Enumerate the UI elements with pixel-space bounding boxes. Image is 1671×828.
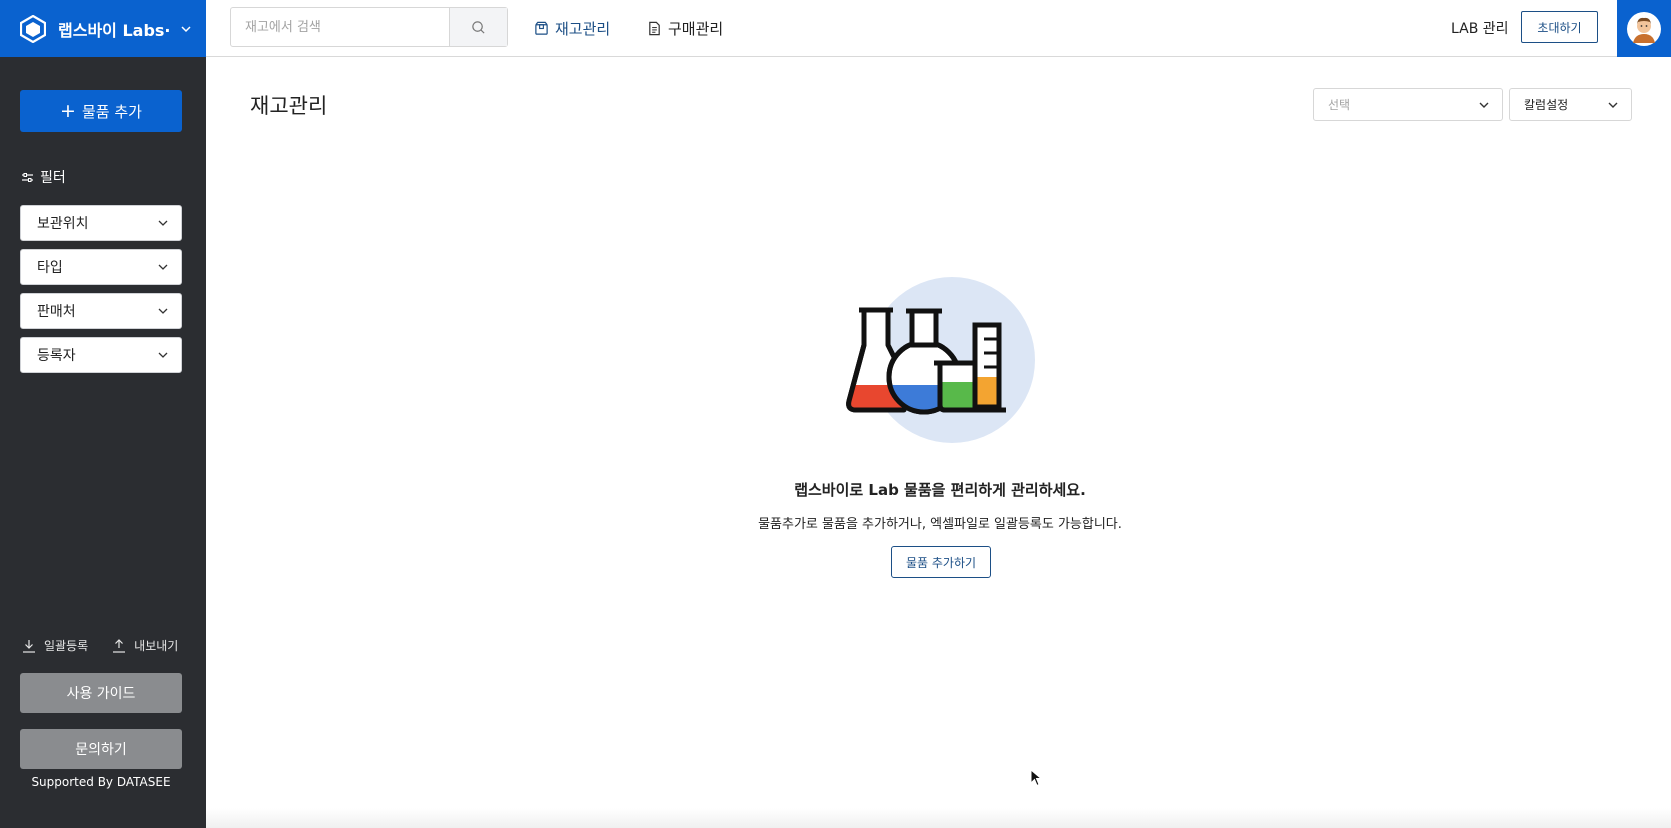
chevron-down-icon — [1479, 102, 1489, 108]
bulk-register-button[interactable]: 일괄등록 — [22, 637, 88, 654]
export-button[interactable]: 내보내기 — [112, 637, 178, 654]
add-item-button[interactable]: + 물품 추가 — [20, 90, 182, 132]
document-icon — [649, 21, 660, 36]
box-icon — [535, 21, 548, 35]
page-title: 재고관리 — [250, 94, 328, 118]
filter-label: 타입 — [37, 260, 63, 276]
bulk-register-label: 일괄등록 — [44, 639, 89, 653]
workspace-name: 랩스바이 Labs··· — [58, 20, 172, 40]
supported-by-text: Supported By DATASEE — [31, 775, 171, 789]
user-avatar-icon — [1627, 11, 1661, 46]
tab-purchase-label: 구매관리 — [668, 20, 724, 38]
lab-flasks-illustration — [846, 277, 1035, 443]
filter-label: 보관위치 — [37, 216, 89, 232]
chevron-down-icon — [1608, 102, 1618, 108]
mouse-cursor-icon — [1030, 769, 1042, 787]
user-guide-button[interactable]: 사용 가이드 — [20, 673, 182, 713]
bottom-divider — [206, 808, 1671, 828]
hexagon-logo-icon — [20, 14, 46, 43]
invite-button[interactable]: 초대하기 — [1521, 11, 1598, 43]
workspace-switcher[interactable]: 랩스바이 Labs··· — [0, 0, 206, 57]
bulk-actions: 일괄등록 내보내기 — [22, 637, 178, 654]
search-icon — [472, 20, 485, 34]
empty-add-item-button[interactable]: 물품 추가하기 — [891, 546, 991, 578]
download-icon — [23, 639, 35, 653]
filter-label: 판매처 — [37, 304, 76, 320]
filter-heading: 필터 — [21, 167, 66, 187]
tab-inventory[interactable]: 재고관리 — [534, 18, 610, 39]
top-bar: 재고관리 구매관리 LAB 관리 초대하기 — [206, 0, 1671, 57]
search-button[interactable] — [449, 8, 507, 46]
filter-vendor[interactable]: 판매처 — [20, 293, 182, 329]
tab-purchase[interactable]: 구매관리 — [647, 18, 723, 39]
sliders-icon — [22, 172, 33, 182]
lab-manage-link[interactable]: LAB 관리 — [1451, 18, 1509, 38]
sidebar: + 물품 추가 필터 보관위치 타입 판매처 등록자 일괄등록 내보내기 사용 … — [0, 57, 206, 828]
filter-registrant[interactable]: 등록자 — [20, 337, 182, 373]
column-settings-label: 칼럼설정 — [1524, 98, 1569, 112]
app-root: 랩스바이 Labs··· 재고관리 구매관리 LAB 관리 초대하기 — [0, 0, 1671, 828]
filter-label: 등록자 — [37, 348, 76, 364]
search-input[interactable] — [231, 8, 449, 46]
filter-storage-location[interactable]: 보관위치 — [20, 205, 182, 241]
filter-title: 필터 — [40, 170, 66, 186]
search-box — [230, 7, 508, 47]
chevron-down-icon — [158, 264, 168, 270]
view-select[interactable]: 선택 — [1313, 88, 1503, 121]
inquiry-button[interactable]: 문의하기 — [20, 729, 182, 769]
column-settings-select[interactable]: 칼럼설정 — [1509, 88, 1632, 121]
view-select-placeholder: 선택 — [1328, 98, 1351, 112]
filter-type[interactable]: 타입 — [20, 249, 182, 285]
empty-state-title: 랩스바이로 Lab 물품을 편리하게 관리하세요. — [794, 481, 1086, 499]
chevron-down-icon — [158, 352, 168, 358]
chevron-down-icon — [158, 308, 168, 314]
tab-inventory-label: 재고관리 — [555, 20, 611, 38]
add-item-label: 물품 추가 — [81, 102, 142, 121]
user-avatar-button[interactable] — [1617, 0, 1671, 57]
chevron-down-icon — [158, 220, 168, 226]
chevron-down-icon — [181, 25, 191, 32]
plus-icon: + — [60, 99, 76, 122]
empty-state-subtitle: 물품추가로 물품을 추가하거나, 엑셀파일로 일괄등록도 가능합니다. — [758, 517, 1122, 532]
export-label: 내보내기 — [134, 639, 179, 653]
upload-icon — [113, 638, 126, 653]
